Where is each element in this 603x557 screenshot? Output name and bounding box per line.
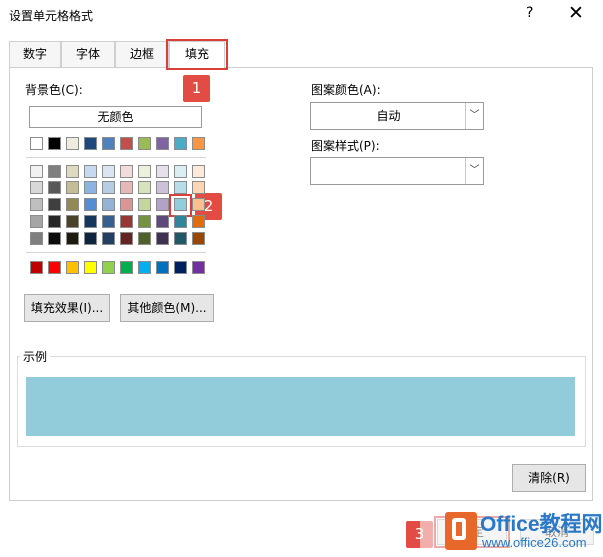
clear-button[interactable]: 清除(R) [512, 464, 586, 492]
tint-color-swatch[interactable] [30, 181, 43, 194]
tint-color-swatch[interactable] [48, 198, 61, 211]
tint-color-swatch[interactable] [120, 181, 133, 194]
standard-color-swatch[interactable] [30, 261, 43, 274]
help-icon[interactable]: ? [526, 5, 533, 21]
tint-color-swatch[interactable] [138, 232, 151, 245]
standard-color-swatch[interactable] [156, 261, 169, 274]
pattern-style-select[interactable]: ﹀ [310, 157, 484, 185]
tint-color-swatch[interactable] [66, 232, 79, 245]
tint-color-swatch[interactable] [66, 215, 79, 228]
palette-separator [26, 157, 206, 158]
more-colors-button[interactable]: 其他颜色(M)... [120, 294, 214, 322]
tint-color-swatch[interactable] [102, 181, 115, 194]
tint-color-swatch[interactable] [174, 215, 187, 228]
tint-color-swatch[interactable] [120, 232, 133, 245]
tint-color-swatch[interactable] [84, 181, 97, 194]
tint-color-swatch[interactable] [30, 215, 43, 228]
theme-color-swatch[interactable] [66, 137, 79, 150]
tint-color-swatch[interactable] [120, 165, 133, 178]
tint-color-swatch[interactable] [192, 165, 205, 178]
theme-color-swatch[interactable] [174, 137, 187, 150]
tint-color-swatch[interactable] [66, 198, 79, 211]
tab-font[interactable]: 字体 [61, 41, 115, 68]
dialog-title: 设置单元格格式 [9, 9, 94, 23]
theme-color-swatch[interactable] [102, 137, 115, 150]
theme-color-swatch[interactable] [192, 137, 205, 150]
fill-effects-button[interactable]: 填充效果(I)... [24, 294, 110, 322]
tint-color-swatch[interactable] [174, 181, 187, 194]
tint-color-swatch[interactable] [174, 165, 187, 178]
tint-color-swatch[interactable] [156, 181, 169, 194]
theme-color-swatch[interactable] [48, 137, 61, 150]
tint-color-swatch[interactable] [66, 181, 79, 194]
tint-color-swatch[interactable] [102, 232, 115, 245]
close-icon[interactable]: ✕ [568, 2, 584, 24]
standard-color-swatch[interactable] [102, 261, 115, 274]
chevron-down-icon: ﹀ [465, 103, 483, 129]
tint-color-swatch[interactable] [192, 181, 205, 194]
tint-color-swatch[interactable] [102, 215, 115, 228]
tint-color-swatch[interactable] [138, 165, 151, 178]
tint-color-swatch[interactable] [138, 181, 151, 194]
theme-color-swatch[interactable] [84, 137, 97, 150]
tint-color-swatch[interactable] [138, 215, 151, 228]
tint-color-swatch[interactable] [120, 215, 133, 228]
no-color-button[interactable]: 无颜色 [29, 106, 202, 128]
tint-color-swatch[interactable] [84, 165, 97, 178]
tint-color-swatch[interactable] [156, 232, 169, 245]
tint-color-swatch[interactable] [192, 198, 205, 211]
standard-color-swatch[interactable] [192, 261, 205, 274]
theme-color-swatch[interactable] [30, 137, 43, 150]
theme-color-swatch[interactable] [138, 137, 151, 150]
palette-separator-2 [26, 252, 206, 253]
background-color-label: 背景色(C): [25, 83, 83, 97]
watermark-url: www.office26.com [482, 535, 587, 550]
pattern-color-value: 自动 [376, 109, 401, 123]
tint-color-swatch[interactable] [156, 165, 169, 178]
tint-color-swatch[interactable] [102, 165, 115, 178]
tint-color-swatch[interactable] [48, 215, 61, 228]
pattern-color-label: 图案颜色(A): [311, 83, 381, 97]
tint-color-swatch[interactable] [84, 198, 97, 211]
standard-color-swatch[interactable] [84, 261, 97, 274]
chevron-down-icon: ﹀ [465, 158, 483, 184]
tint-color-swatch[interactable] [30, 165, 43, 178]
tint-color-swatch[interactable] [84, 215, 97, 228]
tint-color-swatch[interactable] [156, 198, 169, 211]
pattern-style-label: 图案样式(P): [311, 139, 380, 153]
tint-color-swatch[interactable] [192, 232, 205, 245]
tint-color-swatch[interactable] [102, 198, 115, 211]
tint-color-swatch[interactable] [174, 232, 187, 245]
tab-number[interactable]: 数字 [9, 41, 61, 68]
tint-color-swatch[interactable] [48, 181, 61, 194]
pattern-color-select[interactable]: 自动 ﹀ [310, 102, 484, 130]
tint-color-swatch[interactable] [138, 198, 151, 211]
tint-color-swatch[interactable] [48, 165, 61, 178]
standard-color-swatch[interactable] [120, 261, 133, 274]
tint-color-swatch[interactable] [174, 198, 187, 211]
tint-color-swatch[interactable] [84, 232, 97, 245]
tint-color-swatch[interactable] [30, 232, 43, 245]
tab-border[interactable]: 边框 [115, 41, 169, 68]
tint-color-swatch[interactable] [192, 215, 205, 228]
tint-color-swatch[interactable] [156, 215, 169, 228]
tint-color-swatch[interactable] [30, 198, 43, 211]
watermark-title: Office教程网 [480, 513, 603, 536]
sample-label: 示例 [20, 348, 51, 365]
tint-color-swatch[interactable] [48, 232, 61, 245]
standard-color-swatch[interactable] [138, 261, 151, 274]
standard-color-swatch[interactable] [48, 261, 61, 274]
theme-color-swatch[interactable] [120, 137, 133, 150]
tint-color-swatch[interactable] [66, 165, 79, 178]
annotation-badge-1: 1 [183, 75, 210, 102]
tint-color-swatch[interactable] [120, 198, 133, 211]
sample-preview [26, 377, 575, 436]
theme-color-swatch[interactable] [156, 137, 169, 150]
standard-color-swatch[interactable] [66, 261, 79, 274]
standard-color-swatch[interactable] [174, 261, 187, 274]
highlight-fill-tab [166, 39, 228, 70]
office-logo-icon [445, 512, 477, 550]
